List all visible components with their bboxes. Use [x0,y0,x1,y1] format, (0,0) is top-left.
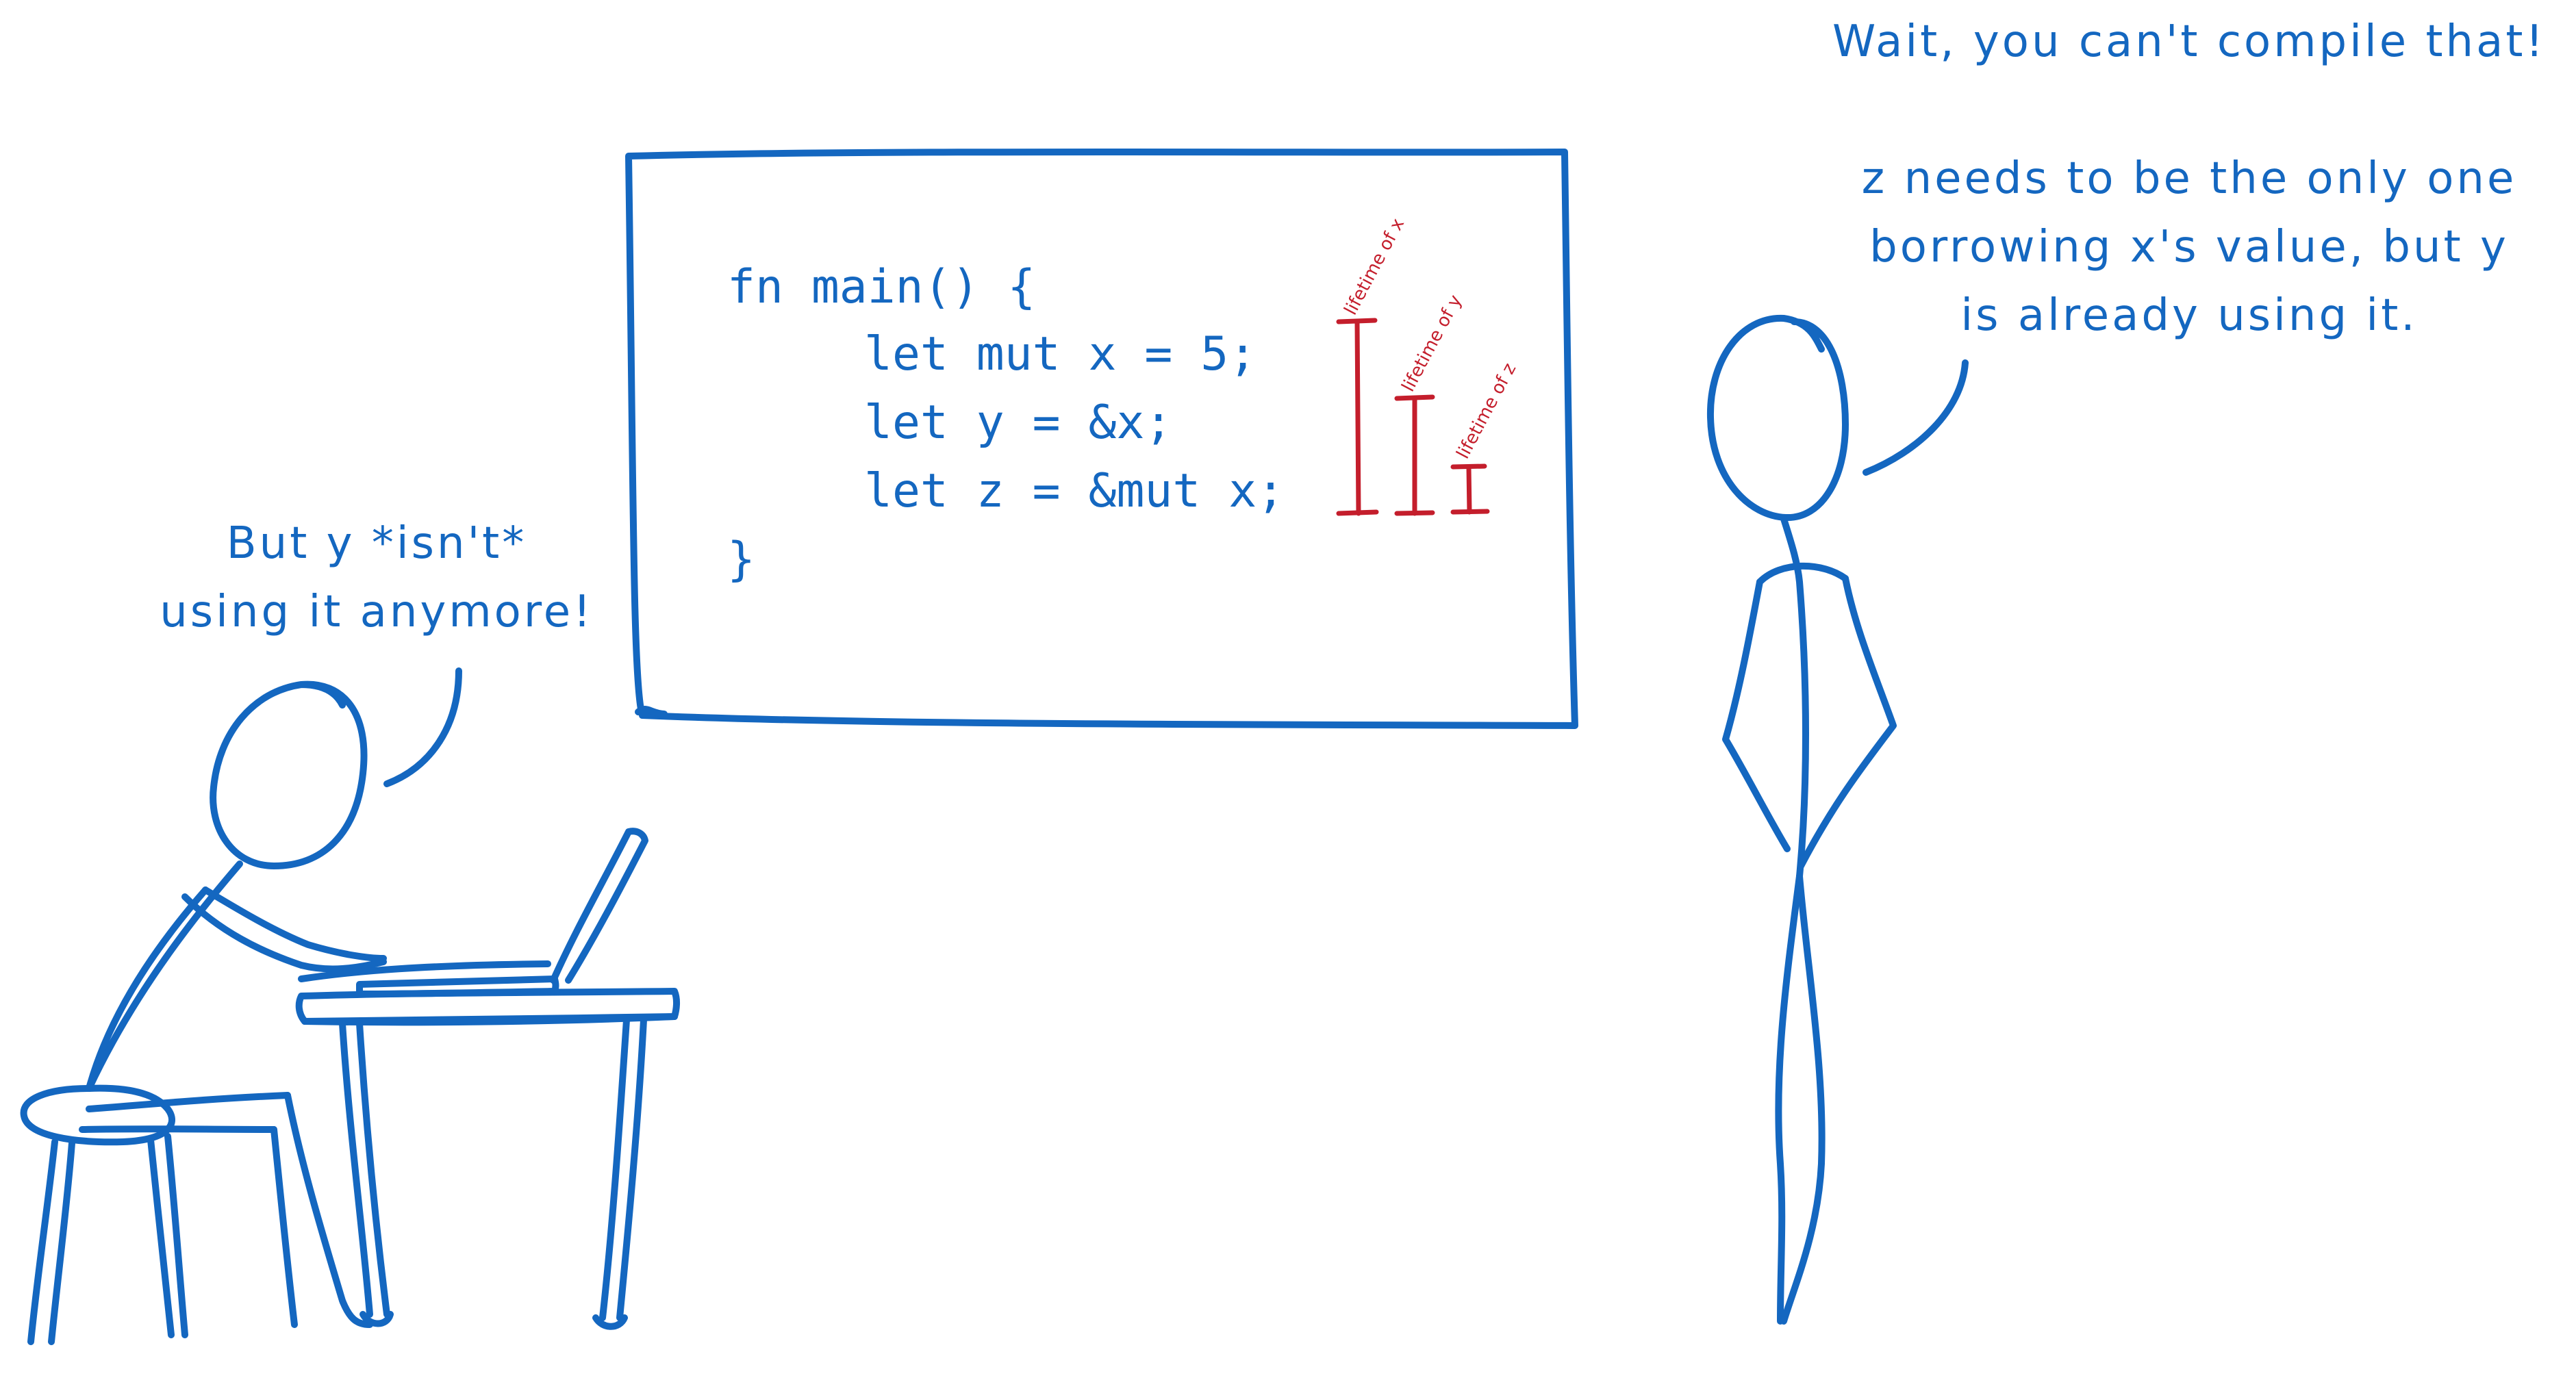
lifetime-bar-y [1394,394,1435,516]
speech-line: z needs to be the only one [1862,153,2517,204]
speech-standing: Wait, you can't compile that! z needs to… [1832,16,2546,341]
desk-foot [592,1314,628,1330]
speech-line: borrowing x's value, but y [1869,222,2509,272]
board-code: fn main() { let mut x = 5; let y = &x; l… [727,260,1285,587]
speech-tail-standing [1862,359,1969,476]
seated-person [79,680,551,1328]
code-line: let y = &x; [864,396,1172,450]
seated-person-thigh-top [86,1092,291,1112]
desk-foot [359,1311,394,1327]
seated-person-head [210,680,368,869]
laptop-base [356,975,559,997]
standing-person-left-arm [1722,578,1791,852]
code-line: } [727,533,755,587]
code-line: let z = &mut x; [864,464,1285,518]
code-line: fn main() { [727,260,1035,314]
code-line: let mut x = 5; [864,327,1257,381]
laptop-screen [550,828,648,984]
speech-line: Wait, you can't compile that! [1832,16,2546,67]
standing-person-right-arm [1797,575,1897,869]
lifetime-bar-x [1336,318,1379,516]
seated-person-arm-top [202,886,387,962]
speech-line: is already using it. [1960,290,2417,341]
speech-tail-seated [383,667,462,787]
lifetime-label-x: lifetime of x [1341,215,1409,318]
lifetime-annotations: lifetime of x lifetime of y lifetime of … [1336,215,1521,516]
standing-person-torso [1780,515,1809,880]
comic-panel: fn main() { let mut x = 5; let y = &x; l… [0,0,2576,1378]
speech-seated: But y *isn't* using it anymore! [160,518,594,637]
speech-line: But y *isn't* [227,518,527,569]
desk [295,988,680,1330]
lifetime-label-y: lifetime of y [1398,292,1466,395]
comic-illustration: fn main() { let mut x = 5; let y = &x; l… [20,16,2546,1345]
speech-line: using it anymore! [160,587,594,637]
seated-person-leg-back [270,1126,298,1328]
lifetime-label-z: lifetime of z [1453,360,1521,463]
stool-seat [20,1084,175,1146]
standing-person-left-leg [1775,873,1803,1325]
lifetime-bar-z [1450,463,1490,515]
seated-person-thigh-bottom [79,1125,277,1133]
standing-person-head [1706,314,1849,522]
